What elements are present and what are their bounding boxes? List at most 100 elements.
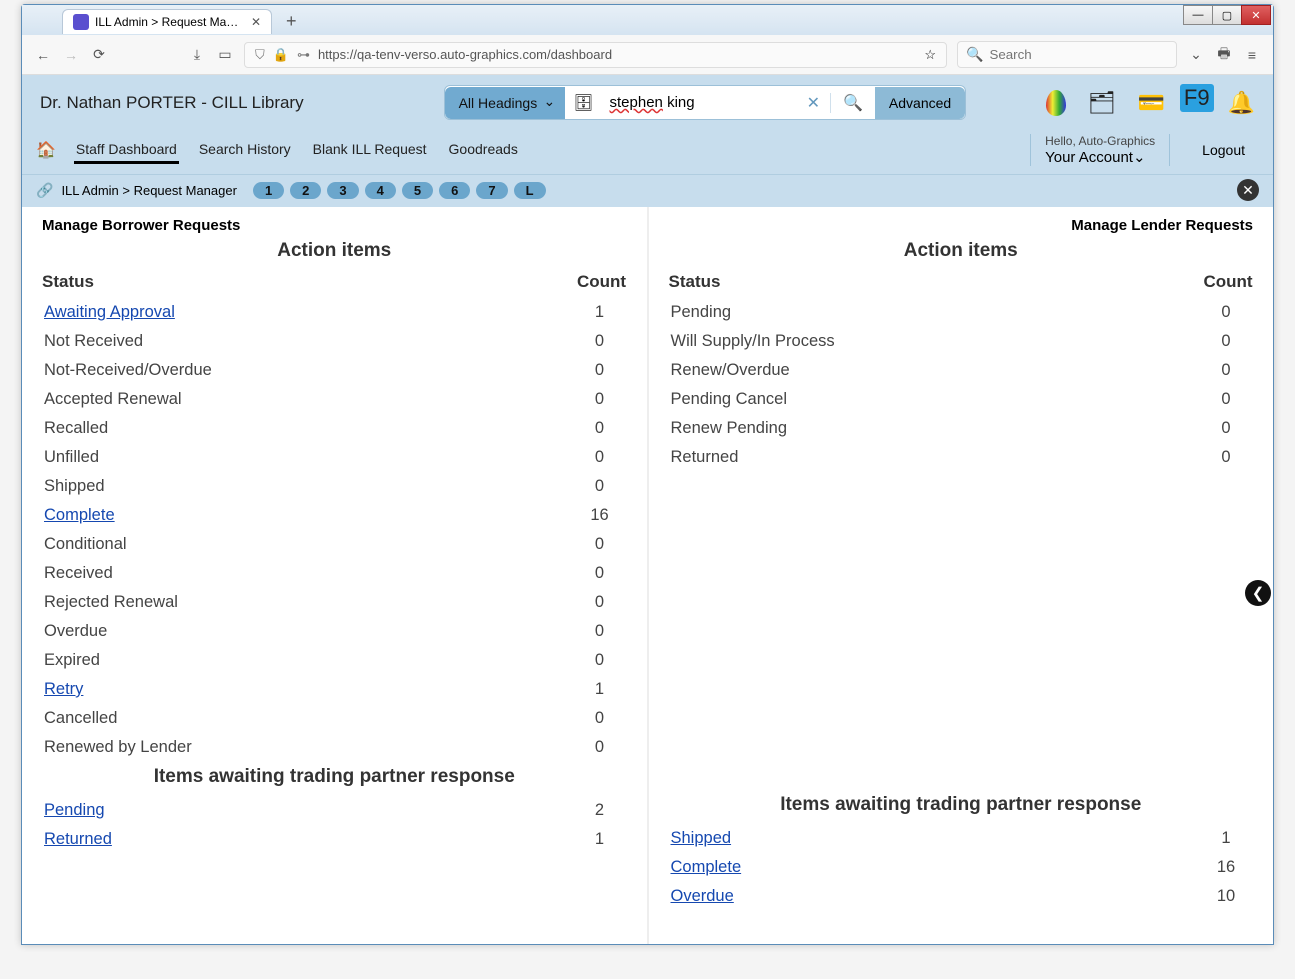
borrower-count: 0 — [575, 709, 625, 728]
search-submit-icon[interactable]: 🔍 — [830, 93, 875, 113]
explore-icon[interactable]: 🗂 — [1088, 90, 1116, 116]
borrower-status: Not-Received/Overdue — [44, 361, 575, 380]
window-minimize-button[interactable]: — — [1183, 5, 1213, 25]
breadcrumb[interactable]: ILL Admin > Request Manager — [61, 183, 237, 198]
lender-row: Renew/Overdue0 — [669, 356, 1254, 385]
borrower-await-row: Pending2 — [42, 796, 627, 825]
clear-search-icon[interactable]: ✕ — [797, 93, 830, 113]
page-pill-6[interactable]: 6 — [439, 182, 470, 199]
new-tab-button[interactable]: + — [280, 11, 303, 32]
page-pill-L[interactable]: L — [514, 182, 546, 199]
lender-row: Will Supply/In Process0 — [669, 327, 1254, 356]
borrower-status: Recalled — [44, 419, 575, 438]
borrower-status[interactable]: Complete — [44, 506, 575, 525]
lender-count: 0 — [1201, 361, 1251, 380]
nav-goodreads[interactable]: Goodreads — [447, 137, 520, 164]
browser-search[interactable]: 🔍 — [957, 41, 1177, 68]
close-panel-icon[interactable]: ✕ — [1237, 179, 1259, 201]
menu-icon[interactable]: ≡ — [1243, 47, 1261, 63]
borrower-row: Rejected Renewal0 — [42, 588, 627, 617]
borrower-count: 1 — [575, 303, 625, 322]
borrower-status: Conditional — [44, 535, 575, 554]
borrower-action-header: Action items — [42, 240, 627, 262]
collapse-arrow-icon[interactable]: ❮ — [1245, 580, 1271, 606]
download-icon[interactable]: ⤓ — [188, 46, 206, 63]
lender-count: 0 — [1201, 448, 1251, 467]
user-library-label: Dr. Nathan PORTER - CILL Library — [40, 93, 304, 113]
borrower-status: Expired — [44, 651, 575, 670]
favorites-badge: F9 — [1180, 84, 1214, 112]
search-icon: 🔍 — [966, 46, 983, 63]
nav-search-history[interactable]: Search History — [197, 137, 293, 164]
pocket-icon[interactable]: ⌄ — [1187, 46, 1205, 63]
lender-await-status[interactable]: Shipped — [671, 829, 1202, 848]
lender-awaiting-header: Items awaiting trading partner response — [669, 794, 1254, 816]
borrower-await-status[interactable]: Returned — [44, 830, 575, 849]
borrower-count: 0 — [575, 593, 625, 612]
home-icon[interactable]: 🏠 — [36, 140, 56, 160]
borrower-row: Expired0 — [42, 646, 627, 675]
page-pill-4[interactable]: 4 — [365, 182, 396, 199]
logout-link[interactable]: Logout — [1188, 142, 1259, 158]
favicon-icon — [73, 14, 89, 30]
borrower-count: 0 — [575, 564, 625, 583]
lender-await-status[interactable]: Complete — [671, 858, 1202, 877]
favorites-icon[interactable]: ❤F9 — [1187, 90, 1205, 116]
browser-search-input[interactable] — [989, 47, 1168, 62]
nav-staff-dashboard[interactable]: Staff Dashboard — [74, 137, 179, 164]
borrower-row: Not Received0 — [42, 327, 627, 356]
lender-row: Returned0 — [669, 443, 1254, 472]
borrower-count: 0 — [575, 361, 625, 380]
borrower-count: 0 — [575, 622, 625, 641]
your-account-dropdown[interactable]: Your Account⌄ — [1045, 148, 1155, 166]
nav-blank-ill-request[interactable]: Blank ILL Request — [311, 137, 429, 164]
borrower-row: Conditional0 — [42, 530, 627, 559]
lender-status-header: Status — [669, 272, 1204, 292]
database-icon[interactable]: 🗄 — [565, 93, 601, 113]
borrower-count: 0 — [575, 419, 625, 438]
shield-icon: ⛉ — [255, 47, 265, 63]
borrower-row: Overdue0 — [42, 617, 627, 646]
borrower-status: Cancelled — [44, 709, 575, 728]
address-bar[interactable]: ⛉ 🔒 ⊶ ☆ — [244, 42, 947, 68]
advanced-search-button[interactable]: Advanced — [875, 87, 965, 119]
bookmark-star-icon[interactable]: ☆ — [924, 47, 936, 63]
print-icon[interactable]: 🖶 — [1215, 43, 1233, 67]
lender-await-row: Shipped1 — [669, 824, 1254, 853]
catalog-search-display[interactable]: stephen king — [602, 86, 697, 119]
borrower-status: Renewed by Lender — [44, 738, 575, 757]
lender-status: Pending — [671, 303, 1202, 322]
nav-reload-icon[interactable]: ⟳ — [90, 46, 108, 63]
browser-tab[interactable]: ILL Admin > Request Manager | ✕ — [62, 9, 272, 34]
balloon-icon[interactable] — [1046, 90, 1066, 116]
borrower-row: Retry1 — [42, 675, 627, 704]
borrower-status: Unfilled — [44, 448, 575, 467]
lender-await-status[interactable]: Overdue — [671, 887, 1202, 906]
tab-close-icon[interactable]: ✕ — [251, 15, 261, 29]
borrower-await-count: 1 — [575, 830, 625, 849]
window-close-button[interactable]: ✕ — [1241, 5, 1271, 25]
clipboard-icon[interactable]: ▭ — [216, 46, 234, 63]
borrower-row: Shipped0 — [42, 472, 627, 501]
page-pill-2[interactable]: 2 — [290, 182, 321, 199]
borrower-status[interactable]: Awaiting Approval — [44, 303, 575, 322]
page-pill-5[interactable]: 5 — [402, 182, 433, 199]
page-pill-1[interactable]: 1 — [253, 182, 284, 199]
borrower-await-status[interactable]: Pending — [44, 801, 575, 820]
page-pill-3[interactable]: 3 — [327, 182, 358, 199]
window-maximize-button[interactable]: ▢ — [1212, 5, 1242, 25]
lender-title: Manage Lender Requests — [669, 217, 1254, 234]
borrower-row: Renewed by Lender0 — [42, 733, 627, 762]
borrower-status: Rejected Renewal — [44, 593, 575, 612]
headings-dropdown[interactable]: All Headings — [445, 87, 566, 119]
headings-dropdown-label: All Headings — [459, 95, 538, 111]
page-pill-7[interactable]: 7 — [476, 182, 507, 199]
lender-status: Returned — [671, 448, 1202, 467]
borrower-status[interactable]: Retry — [44, 680, 575, 699]
url-input[interactable] — [318, 47, 916, 62]
nav-back-icon[interactable]: ← — [34, 47, 52, 63]
borrower-count: 16 — [575, 506, 625, 525]
card-icon[interactable]: 💳 — [1138, 90, 1165, 116]
bell-icon[interactable]: 🔔 — [1228, 90, 1255, 116]
borrower-row: Complete16 — [42, 501, 627, 530]
